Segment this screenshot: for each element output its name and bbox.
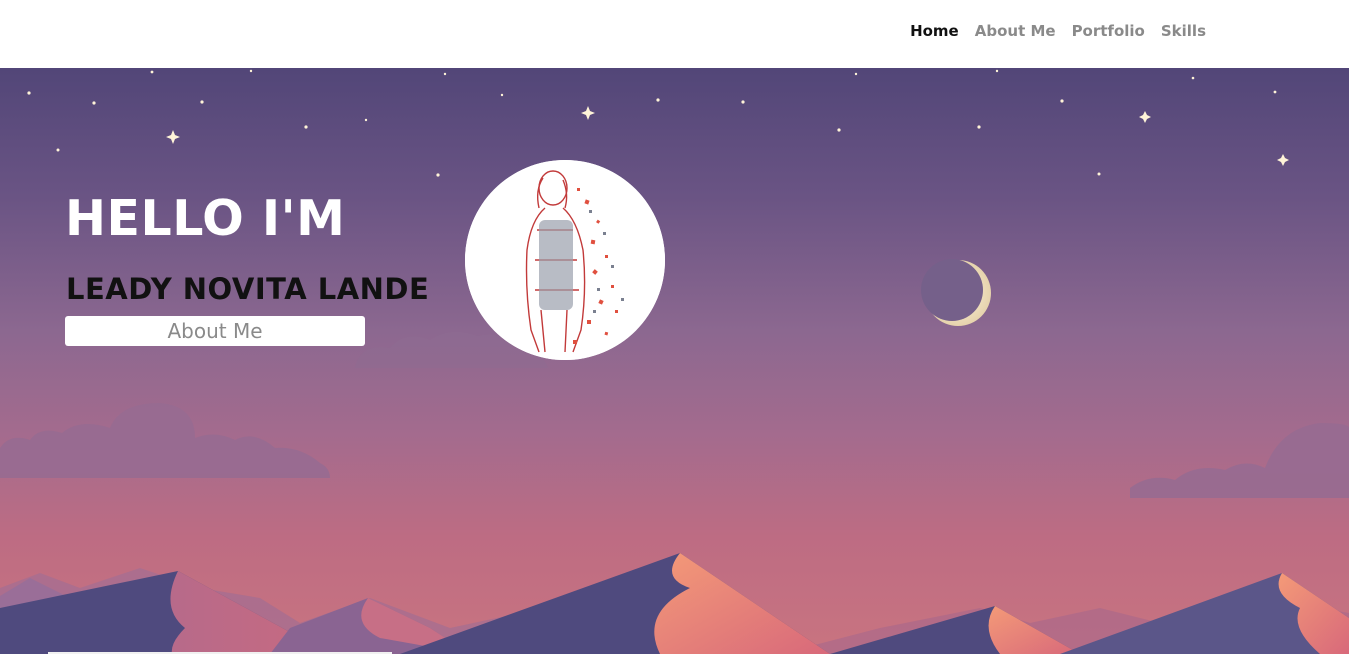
hero-greeting: HELLO I'M bbox=[65, 190, 346, 247]
nav-link-home[interactable]: Home bbox=[910, 22, 959, 40]
nav-links: Home About Me Portfolio Skills bbox=[910, 22, 1206, 40]
avatar bbox=[465, 160, 665, 360]
hero-background-illustration bbox=[0, 69, 1349, 654]
nav-link-about-me[interactable]: About Me bbox=[975, 22, 1056, 40]
star-icon bbox=[27, 69, 1289, 177]
cloud-icon bbox=[0, 403, 1349, 498]
top-navbar: Home About Me Portfolio Skills bbox=[0, 0, 1349, 68]
about-me-button[interactable]: About Me bbox=[65, 316, 365, 346]
nav-link-portfolio[interactable]: Portfolio bbox=[1072, 22, 1145, 40]
hero-section: HELLO I'M LEADY NOVITA LANDE About Me bbox=[0, 68, 1349, 654]
portrait-sketch-icon bbox=[465, 160, 665, 360]
mountain-icon bbox=[0, 553, 1349, 654]
hero-name: LEADY NOVITA LANDE bbox=[66, 272, 430, 306]
crescent-moon-icon bbox=[921, 259, 991, 326]
nav-link-skills[interactable]: Skills bbox=[1161, 22, 1206, 40]
